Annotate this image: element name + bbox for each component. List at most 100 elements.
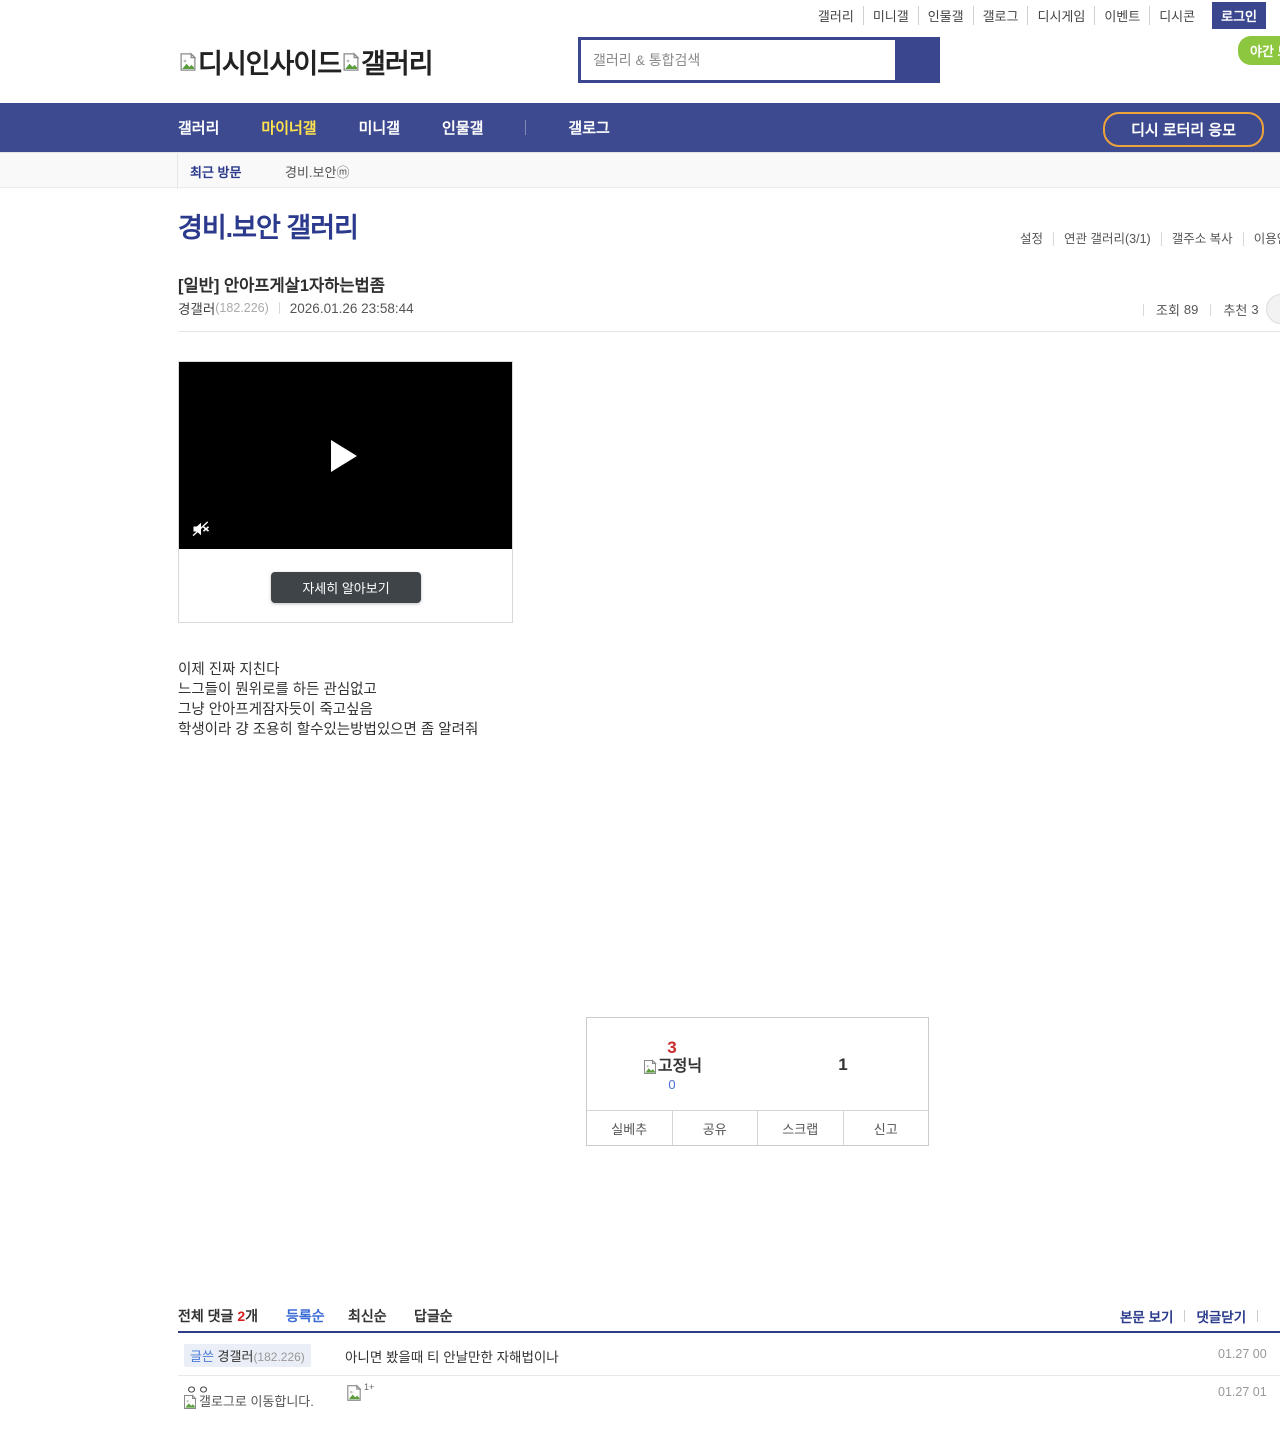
post-author-ip: (182.226): [215, 301, 269, 315]
broken-image-alt-text: 1+: [364, 1382, 375, 1392]
post-author[interactable]: 경갤러: [178, 298, 215, 318]
meta-divider: [1210, 303, 1212, 316]
gallery-settings-link[interactable]: 설정: [1010, 232, 1053, 246]
copy-gallery-url-link[interactable]: 갤주소 복사: [1160, 232, 1243, 246]
gallery-header-links: 설정연관 갤러리(3/1)갤주소 복사이용안내: [1010, 228, 1280, 247]
scrap-button[interactable]: 스크랩: [757, 1111, 843, 1145]
night-mode-button[interactable]: 야간 모드: [1238, 36, 1280, 65]
top-utility-bar: 갤러리 미니갤 인물갤 갤로그 디시게임 이벤트 디시콘 로그인: [0, 0, 1280, 30]
downvote-count: 1: [838, 1055, 848, 1074]
post-body-line: 이제 진짜 지친다: [178, 662, 280, 678]
search-box: [578, 37, 940, 83]
minor-gallery-icon: ⓜ: [336, 165, 350, 180]
comment-row: ㅇㅇ 갤로그로 이동합니다. 1+ 01.27 01: [178, 1376, 1280, 1440]
vote-action-bar: 실베추 공유 스크랩 신고: [587, 1110, 928, 1145]
nav-item-minigal[interactable]: 미니갤: [359, 117, 400, 138]
logo-text-dcinside: 디시인사이드: [198, 49, 342, 79]
fixed-nick-count: 0: [668, 1076, 676, 1092]
sort-tab-newest[interactable]: 최신순: [348, 1306, 387, 1326]
comments-header-links: 본문 보기 댓글닫기: [1120, 1306, 1269, 1326]
search-input[interactable]: [581, 40, 895, 80]
top-link-persongal[interactable]: 인물갤: [917, 5, 973, 25]
main-nav: 갤러리 마이너갤 미니갤 인물갤 갤로그 디시 로터리 응모: [0, 103, 1280, 152]
likes-value: 3: [1251, 302, 1259, 317]
login-button[interactable]: 로그인: [1212, 1, 1266, 29]
broken-image-icon: [643, 1058, 657, 1074]
nav-item-persongal[interactable]: 인물갤: [442, 117, 483, 138]
comment-author-ip: (182.226): [253, 1350, 305, 1364]
top-link-dccon[interactable]: 디시콘: [1149, 5, 1204, 25]
comment-author-badge[interactable]: 글쓴 경갤러(182.226): [184, 1344, 311, 1367]
post-body: 이제 진짜 지친다 느그들이 뭔위로를 하든 관심없고 그냥 안아프게잠자듯이 …: [178, 660, 478, 740]
search-button[interactable]: [898, 37, 940, 83]
broken-image-icon: [180, 51, 197, 71]
meta-divider: [278, 302, 280, 314]
usage-guide-link[interactable]: 이용안내: [1242, 232, 1280, 246]
related-galleries-link[interactable]: 연관 갤러리(3/1): [1053, 232, 1161, 246]
muted-speaker-icon[interactable]: [191, 519, 211, 539]
upvote-count: 3: [667, 1037, 677, 1057]
video-player[interactable]: [179, 362, 512, 549]
meta-divider: [1143, 303, 1144, 316]
views-value: 89: [1183, 302, 1199, 317]
comment-text: 아니면 봤을때 티 안날만한 자해법이나: [345, 1350, 559, 1365]
gallery-title[interactable]: 경비.보안 갤러리: [178, 206, 359, 245]
divider: [1257, 1310, 1259, 1322]
post-body-line: 느그들이 뭔위로를 하든 관심없고: [178, 682, 377, 698]
post-counts: 조회 89 추천 3: [1133, 300, 1280, 319]
gallog-broken-link[interactable]: 갤로그로 이동합니다.: [182, 1394, 317, 1410]
comment-time: 01.27 01: [1218, 1385, 1267, 1399]
top-link-dcgame[interactable]: 디시게임: [1027, 5, 1094, 25]
post-header-divider: [178, 331, 1280, 332]
comment-image-content: 1+: [345, 1382, 375, 1402]
comment-count-bubble[interactable]: [1266, 294, 1280, 324]
broken-image-icon: [343, 51, 360, 71]
dc-lottery-button[interactable]: 디시 로터리 응모: [1103, 112, 1264, 147]
learn-more-button[interactable]: 자세히 알아보기: [271, 572, 421, 603]
comment-time: 01.27 00: [1218, 1347, 1267, 1361]
breadcrumb-gallery-link[interactable]: 경비.보안ⓜ: [285, 162, 349, 181]
post-date: 2026.01.26 23:58:44: [289, 300, 414, 316]
divider: [1184, 1310, 1186, 1322]
broken-image-icon: [184, 1394, 197, 1409]
top-link-gallery[interactable]: 갤러리: [809, 6, 863, 25]
likes-label: 추천: [1223, 303, 1248, 318]
breadcrumb: 최근 방문 경비.보안ⓜ: [0, 152, 1280, 189]
comment-author: 경갤러: [217, 1349, 254, 1364]
nav-item-gallog[interactable]: 갤로그: [568, 117, 609, 138]
post-body-line: 학생이라 걍 조용히 할수있는방법있으면 좀 알려줘: [178, 722, 479, 738]
recent-visit-label[interactable]: 최근 방문: [190, 162, 241, 181]
sort-tab-reply[interactable]: 답글순: [414, 1306, 453, 1326]
nav-divider: [525, 120, 527, 135]
post-title: [일반] 안아프게살1자하는법좀: [178, 277, 385, 295]
share-button[interactable]: 공유: [671, 1111, 758, 1145]
report-button[interactable]: 신고: [842, 1111, 929, 1145]
downvote-area[interactable]: 1: [758, 1018, 928, 1112]
top-link-minigal[interactable]: 미니갤: [862, 5, 918, 25]
fixed-nick-row: 고정닉: [642, 1057, 702, 1077]
comments-total: 전체 댓글 2개: [178, 1308, 258, 1324]
post-body-line: 그냥 안아프게잠자듯이 죽고싶음: [178, 702, 373, 718]
silbechu-button[interactable]: 실베추: [587, 1111, 672, 1145]
comment-row: 글쓴 경갤러(182.226) 아니면 봤을때 티 안날만한 자해법이나 01.…: [178, 1333, 1280, 1376]
vote-box: 3 고정닉 0 1 실베추 공유 스크랩 신고: [586, 1017, 929, 1146]
top-link-event[interactable]: 이벤트: [1094, 5, 1149, 25]
fixed-nick-label: 고정닉: [657, 1057, 703, 1075]
top-link-gallog[interactable]: 갤로그: [972, 5, 1028, 25]
upvote-area[interactable]: 3 고정닉 0: [587, 1018, 757, 1112]
nav-item-gallery[interactable]: 갤러리: [178, 117, 219, 138]
writer-label: 글쓴: [190, 1349, 214, 1364]
sort-tab-registered[interactable]: 등록순: [286, 1306, 325, 1326]
close-comments-link[interactable]: 댓글닫기: [1196, 1306, 1246, 1326]
site-logo[interactable]: 디시인사이드 갤러리: [178, 42, 434, 81]
broken-image-icon: [347, 1384, 362, 1401]
play-icon[interactable]: [331, 440, 357, 472]
logo-text-gallery: 갤러리: [361, 49, 434, 79]
video-ad-container: 자세히 알아보기: [178, 361, 513, 623]
nav-item-minorgal[interactable]: 마이너갤: [261, 117, 316, 138]
breadcrumb-divider: [177, 153, 178, 189]
post-meta: 경갤러 (182.226) 2026.01.26 23:58:44: [178, 298, 414, 318]
comments-count: 2: [237, 1308, 246, 1324]
views-label: 조회: [1156, 303, 1180, 318]
view-post-link[interactable]: 본문 보기: [1120, 1306, 1173, 1326]
